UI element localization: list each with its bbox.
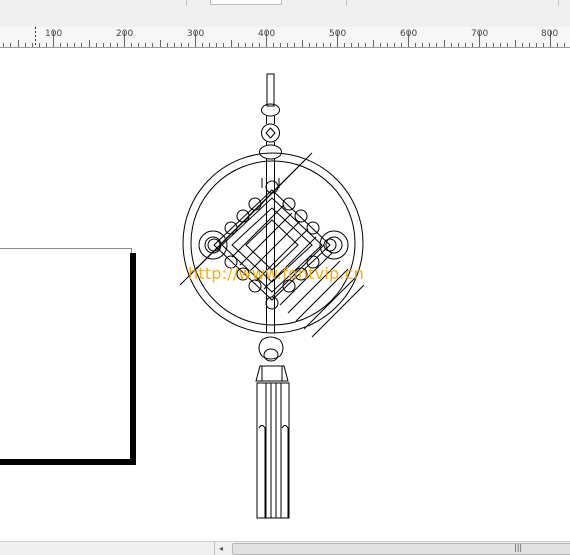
chinese-knot-drawing[interactable] [0, 48, 570, 541]
ruler-label-400: 400 [258, 29, 276, 39]
toolbar-separator [186, 0, 187, 6]
toolbar-separator [346, 0, 347, 6]
ruler-label-200: 200 [116, 29, 134, 39]
ruler-label-600: 600 [400, 29, 418, 39]
tassel-cap [255, 365, 289, 382]
knot-body [213, 189, 331, 301]
toolbar-input-field[interactable] [210, 0, 282, 5]
ruler-label-700: 700 [471, 29, 489, 39]
scroll-left-arrow-icon[interactable]: ◂ [214, 542, 227, 555]
ruler-label-500: 500 [329, 29, 347, 39]
ruler-label-300: 300 [187, 29, 205, 39]
drawing-canvas[interactable]: http://www.fontvip.cn [0, 48, 570, 541]
horizontal-scrollbar[interactable]: ◂ ||| [0, 541, 570, 555]
watermark-url: http://www.fontvip.cn [188, 264, 365, 283]
toolbar-separator [558, 0, 559, 6]
round-ornament [261, 123, 280, 143]
lower-ornament [258, 336, 284, 360]
scrollbar-grip-icon: ||| [514, 543, 523, 552]
left-ear-loop [198, 230, 228, 260]
top-toolbar [0, 0, 570, 28]
ruler-label-100: 100 [45, 29, 63, 39]
lower-bead [259, 144, 282, 160]
top-cord [266, 73, 275, 107]
horizontal-ruler[interactable]: 100 200 300 400 500 600 700 800 [0, 27, 570, 48]
tassel [256, 382, 290, 519]
ruler-label-800: 800 [541, 29, 559, 39]
